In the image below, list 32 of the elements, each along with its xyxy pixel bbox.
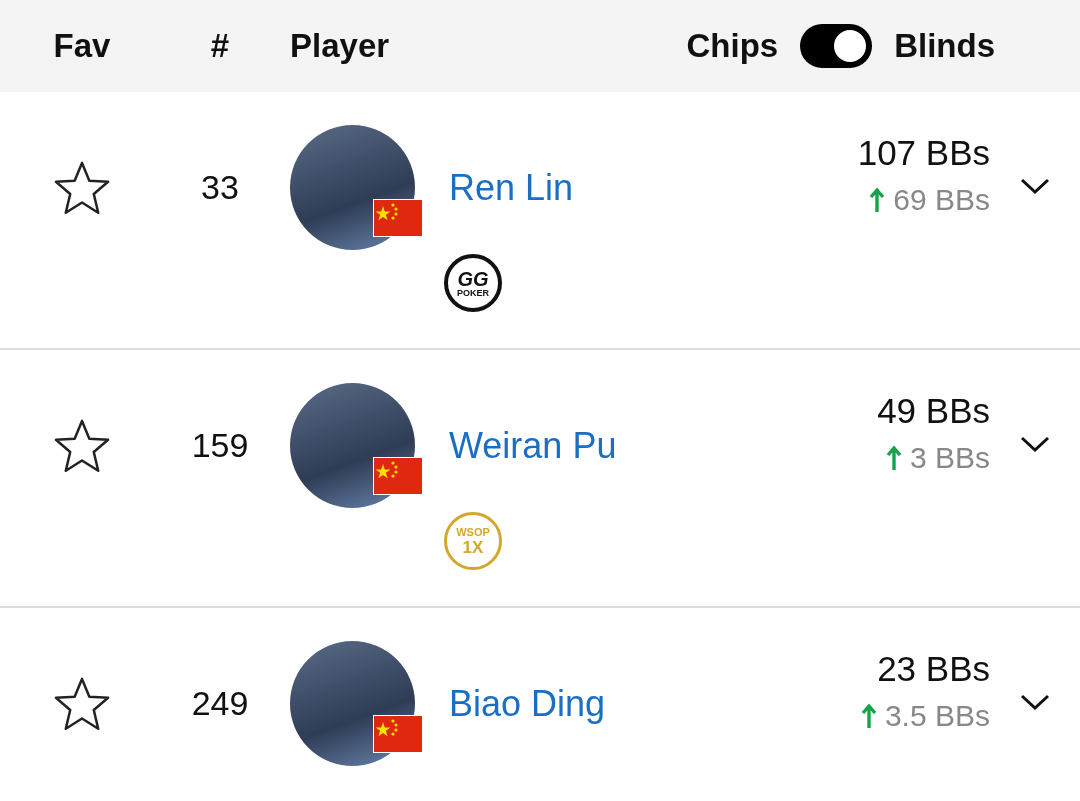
player-row[interactable]: 33 Ren Lin GG POKER 107 BBs 69 BBs xyxy=(0,92,1080,350)
stack-change: 3.5 BBs xyxy=(884,699,990,733)
fav-heading: Fav xyxy=(52,27,112,65)
stack-change: 69 BBs xyxy=(893,183,990,217)
chevron-down-icon[interactable] xyxy=(1020,692,1050,711)
rank-number: 159 xyxy=(191,426,249,465)
stack-amount: 107 BBs xyxy=(857,133,990,173)
bracelet-badge: WSOP 1X xyxy=(444,512,502,570)
poker-site-badge: GG POKER xyxy=(444,254,502,312)
player-row[interactable]: 159 Weiran Pu WSOP 1X 49 BBs 3 BBs xyxy=(0,350,1080,608)
player-name-link[interactable]: Weiran Pu xyxy=(449,383,878,508)
favorite-star-icon[interactable] xyxy=(53,417,111,474)
stack-change: 3 BBs xyxy=(909,441,990,475)
favorite-star-icon[interactable] xyxy=(53,675,111,732)
blinds-label: Blinds xyxy=(894,27,995,65)
player-name-link[interactable]: Ren Lin xyxy=(449,125,858,250)
chips-blinds-toggle[interactable] xyxy=(800,24,873,68)
chevron-down-icon[interactable] xyxy=(1020,176,1050,195)
flag-icon xyxy=(373,715,423,753)
chips-label: Chips xyxy=(686,27,779,65)
rank-heading: # xyxy=(209,27,231,65)
player-row[interactable]: 249 Biao Ding 23 BBs 3.5 BBs xyxy=(0,608,1080,801)
rank-number: 33 xyxy=(201,168,239,207)
stack-amount: 49 BBs xyxy=(877,391,990,431)
flag-icon xyxy=(373,457,423,495)
player-heading: Player xyxy=(290,27,391,65)
player-name-link[interactable]: Biao Ding xyxy=(449,641,861,766)
flag-icon xyxy=(373,199,423,237)
stack-amount: 23 BBs xyxy=(877,649,990,689)
rank-number: 249 xyxy=(191,684,249,723)
chevron-down-icon[interactable] xyxy=(1020,434,1050,453)
favorite-star-icon[interactable] xyxy=(53,159,111,216)
